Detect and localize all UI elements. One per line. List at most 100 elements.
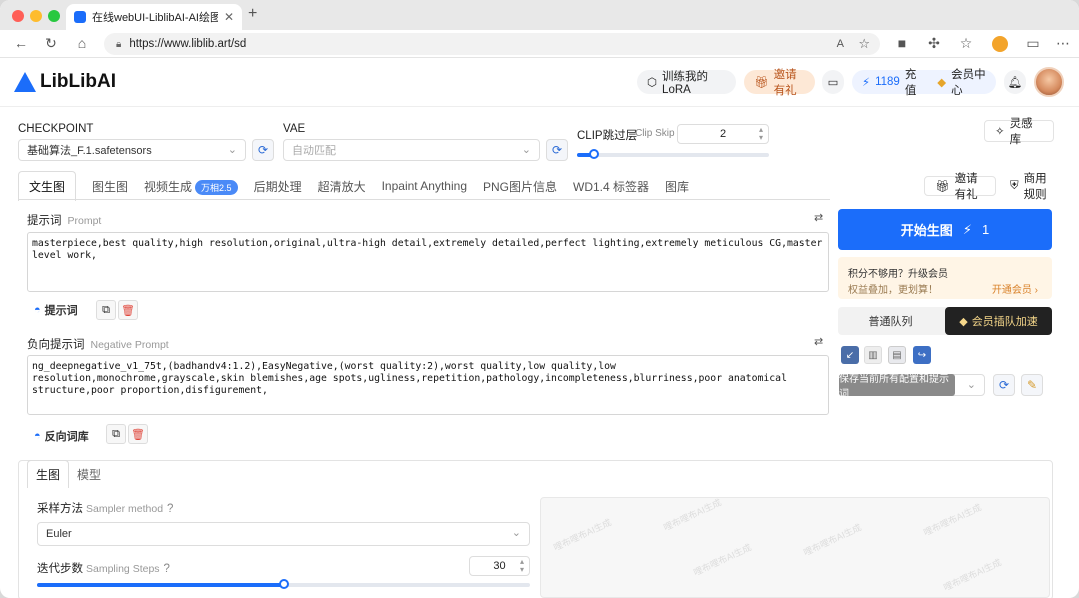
generate-button[interactable]: 开始生图 ⚡︎ 1 <box>838 209 1052 250</box>
clip-skip-input[interactable]: 2 ▴ ▾ <box>677 124 769 144</box>
address-bar[interactable]: 🔒︎ https://www.liblib.art/sd A ☆ <box>104 33 880 55</box>
tab-1[interactable]: 文生图 <box>18 171 77 201</box>
read-aloud-icon[interactable]: A <box>837 38 844 50</box>
collections-icon[interactable]: ☆ <box>957 35 975 52</box>
favorite-star-icon[interactable]: ☆ <box>858 36 870 52</box>
tab-2[interactable]: 图生图 <box>92 178 128 195</box>
vae-select[interactable]: 自动匹配 ⌄ <box>283 139 540 161</box>
vae-refresh-button[interactable]: ⟳ <box>546 139 568 161</box>
tab-8[interactable]: WD1.4 标签器 <box>573 178 649 195</box>
sampler-value: Euler <box>46 528 72 540</box>
prompt-textarea[interactable]: masterpiece,best quality,high resolution… <box>27 232 829 292</box>
copy-negative-button[interactable]: ⧉ <box>106 424 126 444</box>
delete-config-button[interactable]: ▥ <box>864 346 882 364</box>
liblib-logo[interactable]: LibLibAI <box>14 71 116 93</box>
subtab-generate[interactable]: 生图 <box>27 460 69 488</box>
negative-library-button[interactable]: ◓ 反向词库 <box>34 428 89 444</box>
trash-icon: ▥ <box>868 349 878 361</box>
upload-config-button[interactable]: ↙ <box>841 346 859 364</box>
home-icon[interactable]: ⌂ <box>73 35 91 51</box>
prompt-library-button[interactable]: ◓ 提示词 <box>34 302 78 318</box>
browser-profile-icon[interactable] <box>992 36 1008 52</box>
translate-icon[interactable]: ⇄ <box>814 211 823 224</box>
chevron-down-icon: ⌄ <box>227 144 237 156</box>
close-window-button[interactable] <box>12 10 24 22</box>
maximize-window-button[interactable] <box>48 10 60 22</box>
refresh-icon: ⟳ <box>257 143 269 157</box>
save-config-button[interactable]: ▤ <box>888 346 906 364</box>
download-config-button[interactable]: ↪ <box>913 346 931 364</box>
commercial-rules-link[interactable]: ⛨ 商用规则 <box>1000 173 1064 201</box>
tab-label: WD1.4 标签器 <box>573 179 650 194</box>
tab-label: PNG图片信息 <box>483 179 558 194</box>
prompt-label: 提示词 Prompt <box>27 212 101 228</box>
negative-prompt-textarea[interactable]: ng_deepnegative_v1_75t,(badhandv4:1.2),E… <box>27 355 829 415</box>
split-screen-icon[interactable]: ▭ <box>1024 35 1042 52</box>
tab-close-icon[interactable]: ✕ <box>224 10 234 24</box>
vip-center-link[interactable]: 会员中心 <box>951 66 986 98</box>
image-output-area: 哩布哩布AI生成 哩布哩布AI生成 哩布哩布AI生成 哩布哩布AI生成 哩布哩布AI生成… <box>540 497 1050 598</box>
delete-negative-button[interactable]: 🗑︎ <box>128 424 148 444</box>
invite-label: 邀请有礼 <box>773 69 797 97</box>
steps-slider[interactable] <box>37 579 530 589</box>
steps-slider-thumb[interactable] <box>278 579 289 589</box>
clip-skip-value: 2 <box>719 128 727 140</box>
subtab-model[interactable]: 模型 <box>72 460 106 488</box>
negative-label-cn: 负向提示词 <box>27 339 85 351</box>
more-menu-icon[interactable]: ⋯ <box>1054 35 1072 52</box>
tab-5[interactable]: 超清放大 <box>318 178 366 195</box>
negative-prompt-label: 负向提示词 Negative Prompt <box>27 336 169 352</box>
invite-secondary-label: 邀请有礼 <box>954 173 978 201</box>
help-icon[interactable]: ? <box>167 503 173 515</box>
tab-3[interactable]: 视频生成 万相2.5 <box>144 178 238 195</box>
tab-title: 在线webUI-LiblibAI-AI绘图工具 <box>92 12 218 24</box>
invite-secondary-button[interactable]: 🎁︎ 邀请有礼 <box>924 173 996 201</box>
edit-config-button[interactable]: ✎ <box>1021 374 1043 396</box>
tab-4[interactable]: 后期处理 <box>254 178 302 195</box>
vip-queue-option[interactable]: ◆ 会员插队加速 <box>945 307 1052 335</box>
clip-skip-slider-thumb[interactable] <box>589 149 600 159</box>
steps-input[interactable]: 30 ▴ ▾ <box>469 556 530 576</box>
config-refresh-button[interactable]: ⟳ <box>993 374 1015 396</box>
invite-button[interactable]: 🎁︎ 邀请有礼 <box>744 69 815 97</box>
tab-7[interactable]: PNG图片信息 <box>483 178 557 195</box>
copy-icon: ⧉ <box>102 303 110 316</box>
help-icon[interactable]: ? <box>164 563 170 575</box>
commercial-rules-label: 商用规则 <box>1023 173 1047 201</box>
train-lora-button[interactable]: ⬡ 训练我的LoRA <box>637 70 736 96</box>
new-tab-icon[interactable]: + <box>248 5 257 23</box>
back-icon[interactable]: ← <box>12 35 30 51</box>
checkpoint-select[interactable]: 基础算法_F.1.safetensors ⌄ <box>18 139 246 161</box>
inspiration-button[interactable]: ✧ 灵感库 <box>984 118 1054 146</box>
normal-queue-option[interactable]: 普通队列 <box>838 307 943 335</box>
copy-prompt-button[interactable]: ⧉ <box>96 300 116 320</box>
browser-tab[interactable]: 在线webUI-LiblibAI-AI绘图工具 ✕ <box>66 4 242 30</box>
refresh-icon: ⟳ <box>998 378 1010 392</box>
reload-icon[interactable]: ↻ <box>42 35 60 52</box>
puzzle-icon[interactable]: ✣ <box>925 35 943 52</box>
folder-button[interactable]: ▭ <box>822 70 844 94</box>
stepper-icon[interactable]: ▴ ▾ <box>759 126 763 142</box>
tab-9[interactable]: 图库 <box>665 178 689 195</box>
user-avatar[interactable] <box>1034 67 1064 97</box>
extension-icon[interactable]: ■ <box>893 35 911 51</box>
diamond-icon: ◆ <box>937 77 947 89</box>
stepper-icon[interactable]: ▴ ▾ <box>520 558 524 574</box>
watermark-text: 哩布哩布AI生成 <box>942 557 1003 593</box>
recharge-link[interactable]: 充值 <box>905 66 922 98</box>
notification-button[interactable]: 🔔︎ <box>1004 70 1026 94</box>
checkpoint-refresh-button[interactable]: ⟳ <box>252 139 274 161</box>
open-vip-link[interactable]: 开通会员 › <box>992 281 1038 296</box>
tab-6[interactable]: Inpaint Anything <box>382 179 467 193</box>
trash-icon: 🗑︎ <box>131 428 145 441</box>
sampler-select[interactable]: Euler ⌄ <box>37 522 530 546</box>
minimize-window-button[interactable] <box>30 10 42 22</box>
browser-navbar: ← ↻ ⌂ 🔒︎ https://www.liblib.art/sd A ☆ ■… <box>0 30 1079 58</box>
clip-skip-slider[interactable] <box>577 149 769 159</box>
checkpoint-value: 基础算法_F.1.safetensors <box>27 145 152 157</box>
delete-prompt-button[interactable]: 🗑︎ <box>118 300 138 320</box>
translate-icon[interactable]: ⇄ <box>814 335 823 348</box>
url-text: https://www.liblib.art/sd <box>129 38 247 50</box>
points-pill[interactable]: ⚡︎ 1189 充值 ◆ 会员中心 <box>852 69 996 97</box>
liblib-favicon-icon <box>74 11 86 23</box>
